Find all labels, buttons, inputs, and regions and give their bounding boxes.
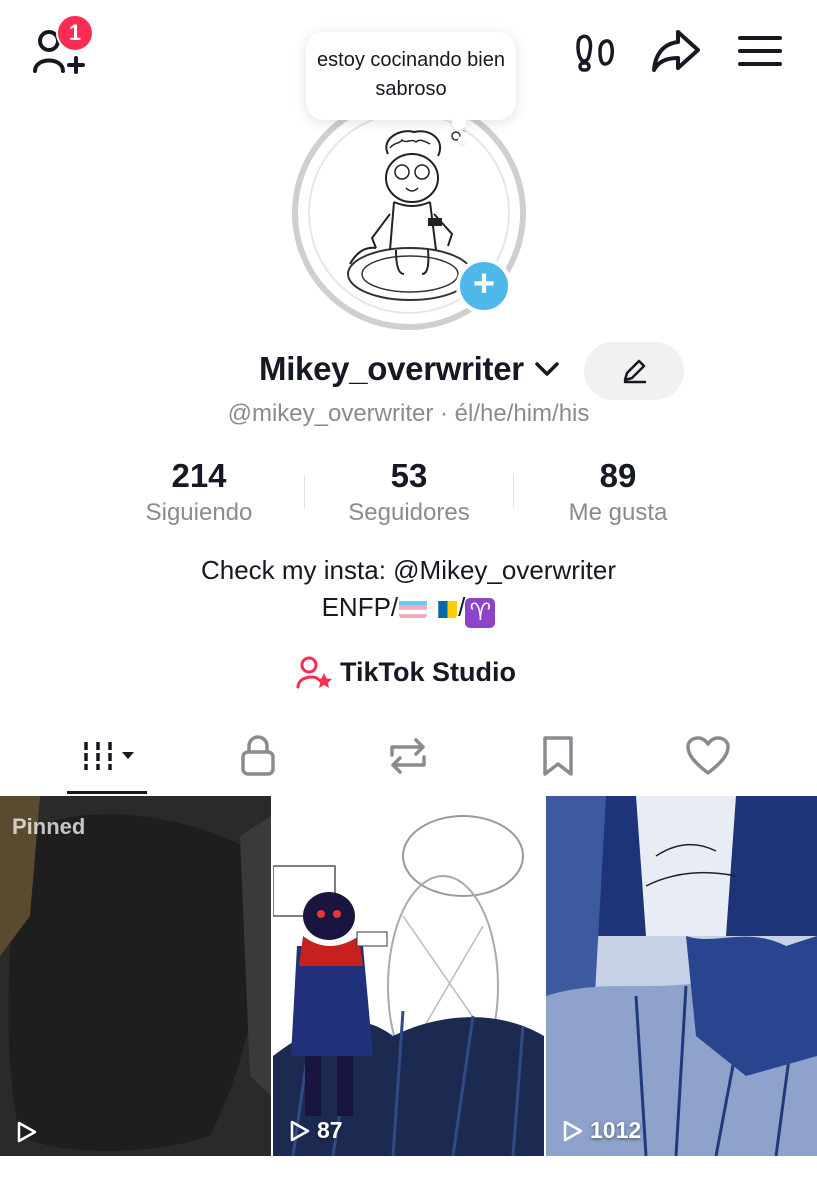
bio: Check my insta: @Mikey_overwriter ENFP/ /… — [0, 552, 817, 628]
tiktok-studio-label: TikTok Studio — [340, 656, 517, 687]
play-icon — [563, 1120, 583, 1141]
footprints-icon[interactable] — [570, 28, 620, 76]
handle-pronouns: @mikey_overwriter · él/he/him/his — [227, 400, 590, 427]
menu-icon[interactable] — [734, 30, 786, 72]
likes-count: 89 — [599, 457, 637, 494]
edit-profile-button[interactable] — [584, 342, 684, 400]
bookmark-icon — [543, 736, 573, 776]
tab-saved[interactable] — [508, 725, 608, 787]
status-text: estoy cocinando bien sabroso — [317, 49, 505, 100]
view-count: 87 — [287, 1117, 343, 1144]
reposts-icon — [390, 738, 426, 774]
add-story-plus-icon[interactable]: + — [456, 258, 512, 314]
tab-private[interactable] — [208, 725, 308, 787]
video-thumbnail[interactable]: 87 — [273, 796, 544, 1156]
active-tab-indicator — [67, 791, 147, 794]
stat-likes[interactable]: 89 Me gusta — [513, 456, 723, 530]
stat-followers[interactable]: 53 Seguidores — [304, 456, 514, 530]
share-icon[interactable] — [648, 26, 704, 76]
video-thumbnail[interactable]: Pinned — [0, 796, 271, 1156]
video-thumbnail[interactable]: 1012 — [546, 796, 817, 1156]
bubble-tail — [452, 116, 466, 130]
aries-sign-icon: ♈ — [465, 598, 496, 628]
view-count-value: 1012 — [590, 1117, 642, 1143]
display-name[interactable]: Mikey_overwriter — [259, 350, 524, 388]
following-count: 214 — [171, 457, 227, 494]
videos-tab-icon — [84, 742, 134, 770]
play-icon — [17, 1121, 37, 1143]
creator-star-icon — [296, 656, 332, 689]
stats-row: 214 Siguiendo 53 Seguidores 89 Me gusta — [0, 456, 817, 536]
view-count: 1012 — [560, 1117, 641, 1144]
tab-likes[interactable] — [658, 725, 758, 787]
tab-videos[interactable] — [60, 725, 160, 787]
tab-reposts[interactable] — [358, 725, 458, 787]
private-lock-icon — [241, 735, 275, 776]
likes-label: Me gusta — [568, 499, 668, 526]
bio-line-2: ENFP/ / ♈ — [0, 589, 817, 628]
likes-heart-icon — [686, 736, 730, 775]
content-tabs — [0, 725, 817, 795]
name-row: Mikey_overwriter — [0, 342, 817, 402]
chevron-down-icon[interactable] — [534, 360, 560, 383]
view-count — [14, 1120, 44, 1144]
notification-badge: 1 — [56, 14, 94, 52]
status-bubble[interactable]: estoy cocinando bien sabroso — [306, 32, 516, 144]
view-count-value: 87 — [317, 1117, 343, 1143]
play-icon — [290, 1120, 310, 1141]
trans-flag-icon — [399, 596, 428, 618]
bubble-tail-dot — [458, 136, 466, 144]
bio-separator: / — [458, 592, 466, 622]
following-label: Siguiendo — [145, 499, 253, 526]
bio-line-1: Check my insta: @Mikey_overwriter — [200, 555, 617, 585]
canary-islands-flag-icon — [429, 596, 458, 618]
followers-count: 53 — [390, 457, 428, 494]
video-grid: Pinned 87 1012 — [0, 796, 817, 1156]
bio-enfp: ENFP/ — [321, 592, 399, 622]
pinned-label: Pinned — [12, 814, 86, 839]
pencil-icon — [623, 359, 647, 384]
followers-label: Seguidores — [348, 499, 470, 526]
stat-following[interactable]: 214 Siguiendo — [94, 456, 304, 530]
tiktok-studio-link[interactable]: TikTok Studio — [296, 652, 516, 692]
